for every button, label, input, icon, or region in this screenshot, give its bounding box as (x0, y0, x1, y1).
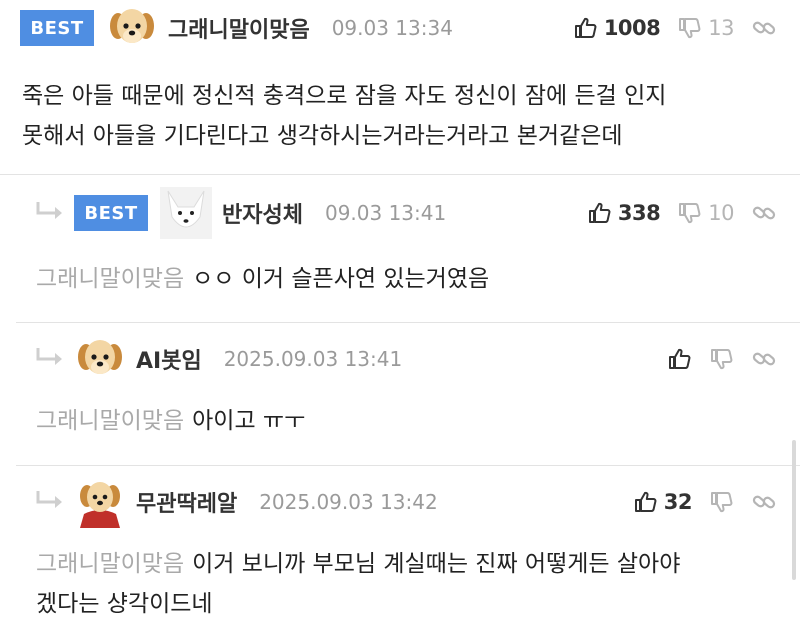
dislike-button[interactable] (710, 347, 734, 371)
thumbs-up-icon (634, 490, 658, 514)
thumbs-up-icon (574, 16, 598, 40)
link-icon (752, 490, 776, 514)
best-badge: BEST (74, 195, 148, 231)
dislike-count: 10 (708, 201, 734, 225)
reply-arrow-icon (34, 345, 68, 373)
comment-text: ㅇㅇ 이거 슬픈사연 있는거였음 (192, 266, 490, 292)
thumbs-down-icon (710, 347, 734, 371)
link-icon (752, 201, 776, 225)
mention-tag[interactable]: 그래니말이맞음 (36, 551, 184, 577)
comment-author[interactable]: 무관딱레알 (136, 486, 237, 518)
avatar[interactable] (106, 2, 158, 54)
scrollbar[interactable] (792, 440, 796, 580)
comment-time: 09.03 13:41 (324, 201, 447, 225)
reply-item: AI봇임 2025.09.03 13:41 그래니말이맞음 아이고 ㅠㅜ (0, 323, 800, 465)
link-button[interactable] (752, 490, 776, 514)
reply-item: 무관딱레알 2025.09.03 13:42 32 그래니말이맞음 이거 보니까 … (0, 466, 800, 639)
like-button[interactable]: 338 (588, 201, 661, 225)
dislike-button[interactable]: 10 (678, 201, 734, 225)
comment-author[interactable]: 그래니말이맞음 (168, 12, 310, 44)
thumbs-down-icon (710, 490, 734, 514)
comment-text: 아이고 ㅠㅜ (192, 408, 306, 434)
like-button[interactable] (668, 347, 692, 371)
like-button[interactable]: 32 (634, 490, 693, 514)
reply-arrow-icon (34, 199, 68, 227)
comment-time: 2025.09.03 13:41 (223, 347, 403, 371)
link-button[interactable] (752, 347, 776, 371)
thumbs-down-icon (678, 16, 702, 40)
mention-tag[interactable]: 그래니말이맞음 (36, 408, 184, 434)
avatar[interactable] (74, 476, 126, 528)
link-button[interactable] (752, 16, 776, 40)
comment-text-line: 못해서 아들을 기다린다고 생각하시는거라는거라고 본거같은데 (22, 123, 623, 149)
dislike-button[interactable] (710, 490, 734, 514)
avatar[interactable] (160, 187, 212, 239)
comment-time: 2025.09.03 13:42 (259, 490, 438, 514)
link-icon (752, 16, 776, 40)
comment-time: 09.03 13:34 (331, 16, 453, 40)
like-count: 32 (663, 490, 693, 514)
avatar[interactable] (74, 333, 126, 385)
comment-author[interactable]: 반자성체 (222, 197, 303, 229)
thumbs-up-icon (668, 347, 692, 371)
reply-arrow-icon (34, 488, 68, 516)
like-button[interactable]: 1008 (574, 16, 661, 40)
dislike-count: 13 (708, 16, 734, 40)
thumbs-down-icon (678, 201, 702, 225)
comment-item: BEST 그래니말이맞음 09.03 13:34 1008 13 죽은 아들 때… (0, 0, 800, 174)
dislike-button[interactable]: 13 (678, 16, 734, 40)
comment-text-line: 겠다는 샹각이드네 (36, 591, 213, 617)
like-count: 338 (617, 201, 661, 225)
comment-author[interactable]: AI봇임 (136, 343, 202, 375)
mention-tag[interactable]: 그래니말이맞음 (36, 266, 184, 292)
comment-text-line: 이거 보니까 부모님 계실때는 진짜 어떻게든 살아야 (192, 551, 681, 577)
link-icon (752, 347, 776, 371)
link-button[interactable] (752, 201, 776, 225)
reply-item: BEST 반자성체 09.03 13:41 338 10 그래니말이맞음 ㅇㅇ 이… (0, 175, 800, 322)
comment-text-line: 죽은 아들 때문에 정신적 충격으로 잠을 자도 정신이 잠에 든걸 인지 (22, 83, 667, 109)
best-badge: BEST (20, 10, 94, 46)
thumbs-up-icon (588, 201, 612, 225)
like-count: 1008 (603, 16, 661, 40)
